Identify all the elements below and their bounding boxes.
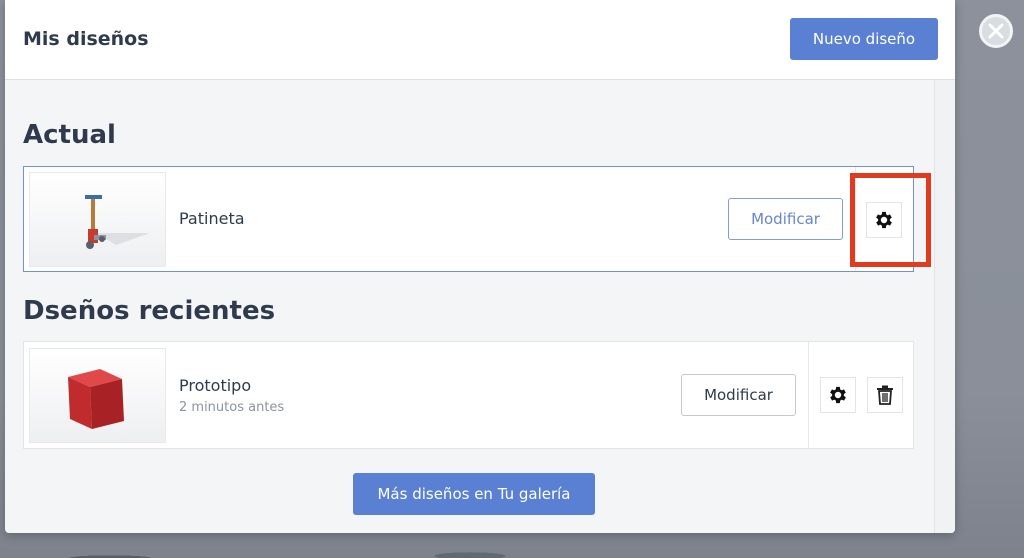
design-name[interactable]: Patineta [179,209,245,228]
scooter-thumbnail [85,195,150,249]
current-section-title: Actual [23,120,116,150]
modal-title: Mis diseños [23,28,149,50]
recent-design-card[interactable]: Prototipo 2 minutos antes Modificar [23,341,914,449]
more-designs-gallery-button[interactable]: Más diseños en Tu galería [353,473,595,515]
modal-header: Mis diseños Nuevo diseño [5,0,955,80]
close-button[interactable] [979,14,1013,48]
design-timestamp: 2 minutos antes [179,400,285,415]
modify-button[interactable]: Modificar [681,374,796,416]
recent-section-title: Dseños recientes [23,296,276,326]
settings-button[interactable] [820,377,856,413]
trash-icon [877,385,893,405]
design-thumbnail [29,348,166,443]
modify-button[interactable]: Modificar [728,198,843,240]
current-design-card[interactable]: Patineta Modificar [23,166,914,272]
design-name[interactable]: Prototipo [179,376,251,395]
card-divider [808,342,809,448]
gear-icon [830,386,846,404]
red-cube-thumbnail [68,369,124,429]
design-thumbnail [29,172,166,267]
my-designs-modal: Mis diseños Nuevo diseño Actual Patineta… [5,0,955,533]
scrollbar[interactable] [934,80,955,533]
delete-button[interactable] [867,377,903,413]
highlight-annotation [850,173,931,267]
new-design-button[interactable]: Nuevo diseño [790,18,938,60]
close-icon [988,23,1004,39]
